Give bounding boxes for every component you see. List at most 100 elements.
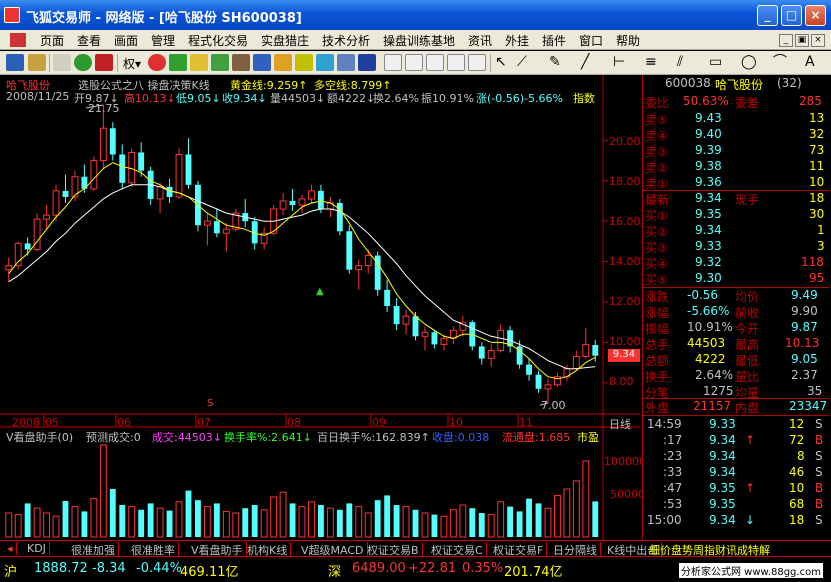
maximize-button[interactable]: □ bbox=[781, 5, 802, 26]
menu-manage[interactable]: 管理 bbox=[151, 32, 175, 49]
ray-tool-icon[interactable]: ╱ bbox=[581, 54, 599, 71]
kline-chart-panel[interactable]: 哈飞股份 选股公式之八 操盘决策K线 黄金线:9.259↑ 多空线:8.799↑… bbox=[0, 75, 646, 540]
sell-volume: 11 bbox=[809, 159, 825, 173]
mdi-minimize-button[interactable]: _ bbox=[779, 34, 793, 47]
measure-tool-icon[interactable]: ⊢ bbox=[613, 54, 631, 71]
bar-date: 2008/11/25 bbox=[6, 90, 70, 103]
rect-tool-icon[interactable]: ▭ bbox=[709, 54, 727, 71]
stat-row: 涨跌 -0.56 均价 9.49 bbox=[643, 288, 829, 304]
pen-tool-icon[interactable]: ✎ bbox=[549, 54, 567, 71]
menu-news[interactable]: 资讯 bbox=[468, 32, 492, 49]
binoculars-icon[interactable] bbox=[253, 54, 271, 71]
candle-body bbox=[346, 231, 353, 270]
tab-scroll-left-icon[interactable]: ◂ bbox=[4, 542, 17, 555]
period-daily-label[interactable]: 日线 bbox=[609, 416, 631, 432]
mdi-restore-button[interactable]: ▣ bbox=[795, 34, 809, 47]
candle-body bbox=[52, 190, 60, 216]
y-tick: 18.00 bbox=[609, 175, 641, 188]
menu-help[interactable]: 帮助 bbox=[616, 32, 640, 49]
buy-row: 买① 9.35 30 bbox=[643, 207, 829, 223]
chat-icon[interactable] bbox=[337, 54, 355, 71]
line-tool-icon[interactable]: ⟋ bbox=[517, 54, 535, 71]
plugin-icon[interactable] bbox=[169, 54, 187, 71]
candle-body bbox=[431, 332, 438, 345]
arrows-icon[interactable] bbox=[95, 54, 113, 71]
volume-bar bbox=[516, 511, 523, 537]
mdi-close-button[interactable]: × bbox=[811, 34, 825, 47]
leaf-icon[interactable] bbox=[211, 54, 229, 71]
candle-body bbox=[185, 154, 192, 185]
window-3-icon[interactable] bbox=[426, 54, 444, 71]
minimize-button[interactable]: _ bbox=[757, 5, 778, 26]
menu-view[interactable]: 查看 bbox=[77, 32, 101, 49]
stat-value: 35 bbox=[807, 384, 823, 398]
menu-training-base[interactable]: 操盘训练基地 bbox=[383, 32, 455, 49]
menu-program-trading[interactable]: 程式化交易 bbox=[188, 32, 248, 49]
window-5-icon[interactable] bbox=[468, 54, 486, 71]
document-icon[interactable] bbox=[10, 33, 26, 47]
menu-addons[interactable]: 插件 bbox=[542, 32, 566, 49]
close-button[interactable]: × bbox=[805, 5, 826, 26]
stat-value: 9.90 bbox=[791, 304, 818, 318]
toolbar-separator bbox=[49, 54, 50, 72]
folder-icon[interactable] bbox=[28, 54, 46, 71]
volume-bar bbox=[317, 505, 324, 537]
volume-bar bbox=[459, 504, 467, 538]
rights-adjust-label: 权 bbox=[123, 57, 136, 71]
cursor-icon[interactable]: ↖ bbox=[495, 54, 513, 71]
last-value: 9.34 bbox=[695, 191, 722, 205]
window-4-icon[interactable] bbox=[447, 54, 465, 71]
volume-bar bbox=[289, 503, 296, 537]
stat-label: 涨跌 bbox=[645, 290, 670, 304]
tab-kdj[interactable]: KDJ bbox=[24, 542, 50, 555]
rsi-icon[interactable] bbox=[53, 54, 71, 71]
bell-icon[interactable] bbox=[295, 54, 313, 71]
menu-plugins-external[interactable]: 外挂 bbox=[505, 32, 529, 49]
move-icon[interactable] bbox=[74, 54, 92, 71]
star-icon[interactable] bbox=[190, 54, 208, 71]
sell-price: 9.36 bbox=[695, 175, 722, 189]
rights-adjust-dropdown[interactable]: 权▾ bbox=[123, 55, 141, 72]
pencil-icon[interactable] bbox=[274, 54, 292, 71]
neipan-value: 23347 bbox=[789, 399, 828, 413]
menu-window[interactable]: 窗口 bbox=[579, 32, 603, 49]
outer-inner-row: 外盘 21157 内盘 23347 bbox=[643, 398, 829, 416]
tick-price: 9.34 bbox=[709, 513, 736, 527]
cloud-icon[interactable] bbox=[316, 54, 334, 71]
menu-page[interactable]: 页面 bbox=[40, 32, 64, 49]
y-tick: 8.00 bbox=[609, 375, 634, 388]
tick-price: 9.34 bbox=[709, 433, 736, 447]
kline-chart-svg[interactable] bbox=[0, 75, 640, 540]
tick-side: B bbox=[815, 497, 824, 511]
volume-bar bbox=[563, 488, 571, 538]
record-icon[interactable] bbox=[148, 54, 166, 71]
sell-label: 卖② bbox=[645, 161, 668, 175]
sell-price: 9.39 bbox=[695, 143, 722, 157]
volume-bar bbox=[364, 512, 372, 538]
menu-technical-analysis[interactable]: 技术分析 bbox=[322, 32, 370, 49]
tick-volume: 10 bbox=[789, 481, 805, 495]
channel-tool-icon[interactable]: ⫽ bbox=[677, 54, 695, 71]
ellipse-tool-icon[interactable]: ◯ bbox=[741, 54, 759, 71]
volume-bar bbox=[251, 505, 258, 537]
text-tool-icon[interactable]: A bbox=[805, 54, 823, 71]
weicha-label: 委差 bbox=[735, 96, 760, 110]
site-watermark[interactable]: 分析家公式网 www.88gg.com bbox=[679, 563, 823, 578]
window-1-icon[interactable] bbox=[384, 54, 402, 71]
quote-header: 600038 哈飞股份 (32) bbox=[643, 76, 829, 92]
menu-banker-hunt[interactable]: 实盘猎庄 bbox=[261, 32, 309, 49]
index-toggle[interactable]: 指数 bbox=[573, 90, 595, 106]
sell-label: 卖④ bbox=[645, 129, 668, 143]
sell-volume: 13 bbox=[809, 111, 825, 125]
bear-icon[interactable] bbox=[232, 54, 250, 71]
menu-screen[interactable]: 画面 bbox=[114, 32, 138, 49]
bar-high: 高10.13↓ bbox=[124, 92, 176, 105]
fan-tool-icon[interactable]: ≡ bbox=[645, 54, 663, 71]
waipan-label: 外盘 bbox=[645, 401, 670, 415]
candle-body bbox=[109, 128, 116, 155]
grid-icon[interactable] bbox=[6, 54, 24, 71]
arc-tool-icon[interactable]: ⌒ bbox=[773, 54, 791, 71]
window-2-icon[interactable] bbox=[405, 54, 423, 71]
chart-icon[interactable] bbox=[358, 54, 376, 71]
stat-label: 均价 bbox=[735, 290, 760, 304]
